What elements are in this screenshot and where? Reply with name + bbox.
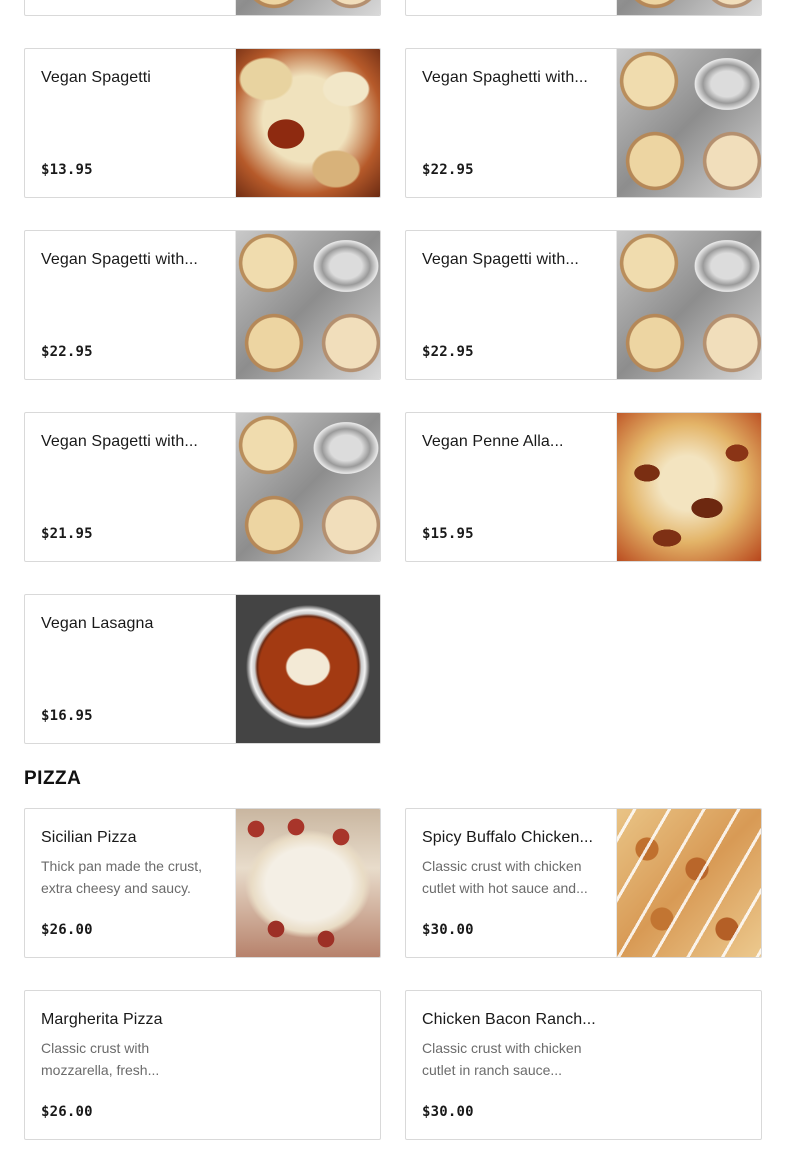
item-name: Vegan Penne Alla...	[422, 433, 564, 450]
item-price: $13.95	[41, 162, 93, 178]
item-price: $22.95	[422, 344, 474, 360]
menu-item-card[interactable]: Spicy Buffalo Chicken... Classic crust w…	[405, 808, 762, 958]
item-price: $15.95	[422, 526, 474, 542]
item-name: Sicilian Pizza	[41, 829, 137, 846]
item-price: $22.95	[422, 162, 474, 178]
menu-item-card[interactable]: Vegan Spagetti with... $21.95	[24, 412, 381, 562]
menu-item-card[interactable]: Vegan Spaghetti with... $22.95	[405, 48, 762, 198]
menu-item-card[interactable]: Vegan Penne Alla... $15.95	[405, 412, 762, 562]
menu-item-card[interactable]: Vegan Spagetti with... $22.95	[24, 230, 381, 380]
food-photo	[616, 413, 761, 561]
menu-item-card[interactable]: Vegan Spagetti with... $22.95	[405, 230, 762, 380]
item-price: $22.95	[41, 344, 93, 360]
food-photo	[235, 231, 380, 379]
item-description: Classic crust with mozzarella, fresh...	[41, 1040, 160, 1078]
item-name: Vegan Spagetti	[41, 69, 151, 86]
item-name: Chicken Bacon Ranch...	[422, 1011, 596, 1028]
item-name: Vegan Lasagna	[41, 615, 154, 632]
item-price: $16.95	[41, 708, 93, 724]
item-name: Vegan Spagetti with...	[41, 251, 198, 268]
item-price: $26.00	[41, 1104, 93, 1120]
menu-item-card[interactable]: Vegan Lasagna $16.95	[24, 594, 381, 744]
menu-item-card[interactable]: Sicilian Pizza Thick pan made the crust,…	[24, 808, 381, 958]
section-title-pizza: PIZZA	[24, 768, 82, 789]
menu-item-card[interactable]: Vegan Spagetti $13.95	[24, 48, 381, 198]
food-photo	[235, 0, 380, 15]
item-price: $21.95	[41, 526, 93, 542]
food-photo	[235, 49, 380, 197]
item-description: Classic crust with chicken cutlet with h…	[422, 858, 588, 896]
food-photo	[235, 595, 380, 743]
menu-item-card-partial[interactable]	[405, 0, 762, 16]
food-photo	[616, 231, 761, 379]
item-name: Vegan Spaghetti with...	[422, 69, 588, 86]
item-price: $30.00	[422, 1104, 474, 1120]
item-name: Vegan Spagetti with...	[41, 433, 198, 450]
item-name: Spicy Buffalo Chicken...	[422, 829, 594, 846]
food-photo	[616, 809, 761, 957]
item-name: Margherita Pizza	[41, 1011, 163, 1028]
menu-item-card[interactable]: Margherita Pizza Classic crust with mozz…	[24, 990, 381, 1140]
item-description: Thick pan made the crust, extra cheesy a…	[41, 858, 203, 896]
item-name: Vegan Spagetti with...	[422, 251, 579, 268]
food-photo	[616, 49, 761, 197]
item-description: Classic crust with chicken cutlet in ran…	[422, 1040, 582, 1078]
food-photo	[235, 413, 380, 561]
menu-item-card-partial[interactable]	[24, 0, 381, 16]
food-photo	[616, 0, 761, 15]
menu-item-card[interactable]: Chicken Bacon Ranch... Classic crust wit…	[405, 990, 762, 1140]
item-price: $30.00	[422, 922, 474, 938]
food-photo	[235, 809, 380, 957]
item-price: $26.00	[41, 922, 93, 938]
